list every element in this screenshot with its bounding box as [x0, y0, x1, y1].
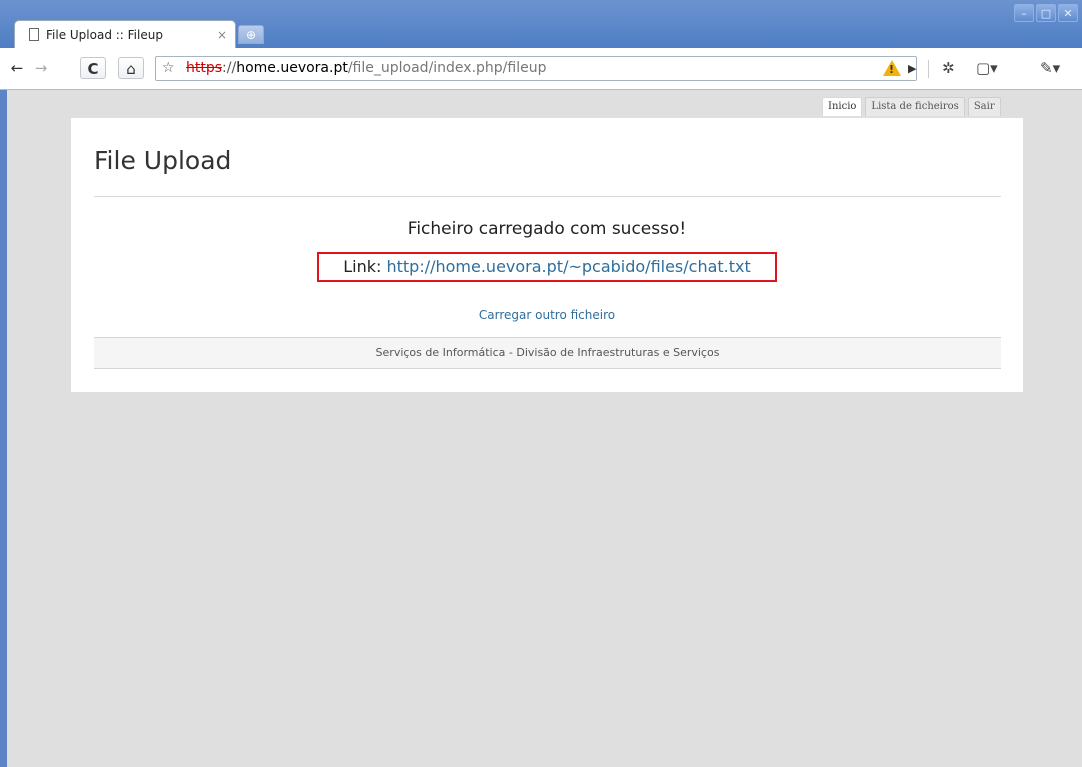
minimize-button[interactable]: –	[1014, 4, 1034, 22]
title-divider	[94, 196, 1001, 197]
success-message: Ficheiro carregado com sucesso!	[407, 219, 687, 239]
site-tab-lista[interactable]: Lista de ficheiros	[865, 97, 965, 116]
link-label: Link:	[343, 257, 382, 276]
maximize-button[interactable]: □	[1036, 4, 1056, 22]
window-controls: – □ ✕	[1014, 4, 1078, 22]
forward-button[interactable]: →	[30, 57, 52, 79]
content-card: File Upload Ficheiro carregado com suces…	[71, 118, 1023, 392]
bookmark-star-icon[interactable]: ☆	[162, 57, 175, 80]
url-scheme: https	[186, 60, 223, 76]
url-text: https://home.uevora.pt/file_upload/index…	[186, 57, 546, 80]
uploaded-file-link[interactable]: http://home.uevora.pt/~pcabido/files/cha…	[386, 257, 750, 276]
home-button[interactable]: ⌂	[118, 57, 144, 79]
close-tab-icon[interactable]: ×	[217, 28, 227, 42]
upload-another-link[interactable]: Carregar outro ficheiro	[71, 308, 1023, 322]
back-button[interactable]: ←	[6, 57, 28, 79]
url-separator: ://	[222, 60, 237, 76]
warning-icon-mark: !	[889, 63, 895, 76]
site-tab-sair[interactable]: Sair	[967, 97, 1001, 116]
url-path: /file_upload/index.php/fileup	[347, 60, 547, 76]
reload-button[interactable]: C	[80, 57, 106, 79]
file-link-box: Link: http://home.uevora.pt/~pcabido/fil…	[317, 252, 777, 282]
page-viewport: Inicio Lista de ficheiros Sair File Uplo…	[0, 90, 1082, 767]
new-tab-button[interactable]: ⊕	[238, 25, 264, 44]
site-nav-tabs: Inicio Lista de ficheiros Sair	[822, 97, 1001, 116]
wrench-menu-icon[interactable]: ✎▾	[1040, 57, 1060, 79]
site-tab-inicio[interactable]: Inicio	[822, 97, 863, 116]
window-titlebar: File Upload :: Fileup × ⊕ – □ ✕	[0, 0, 1082, 48]
extension-bug-icon[interactable]: ✲	[942, 57, 955, 79]
page-footer: Serviços de Informática - Divisão de Inf…	[94, 337, 1001, 369]
go-icon[interactable]: ▶	[908, 57, 916, 80]
close-window-button[interactable]: ✕	[1058, 4, 1078, 22]
browser-toolbar: ← → C ⌂ ☆ https://home.uevora.pt/file_up…	[0, 48, 1082, 90]
address-bar[interactable]: ☆ https://home.uevora.pt/file_upload/ind…	[155, 56, 917, 81]
page-title: File Upload	[94, 146, 232, 175]
toolbar-divider	[928, 60, 929, 78]
url-host: home.uevora.pt	[236, 60, 348, 76]
tab-title: File Upload :: Fileup	[46, 27, 163, 42]
browser-tab[interactable]: File Upload :: Fileup ×	[14, 20, 236, 48]
page-icon	[29, 28, 39, 41]
page-menu-icon[interactable]: ▢▾	[976, 57, 998, 79]
